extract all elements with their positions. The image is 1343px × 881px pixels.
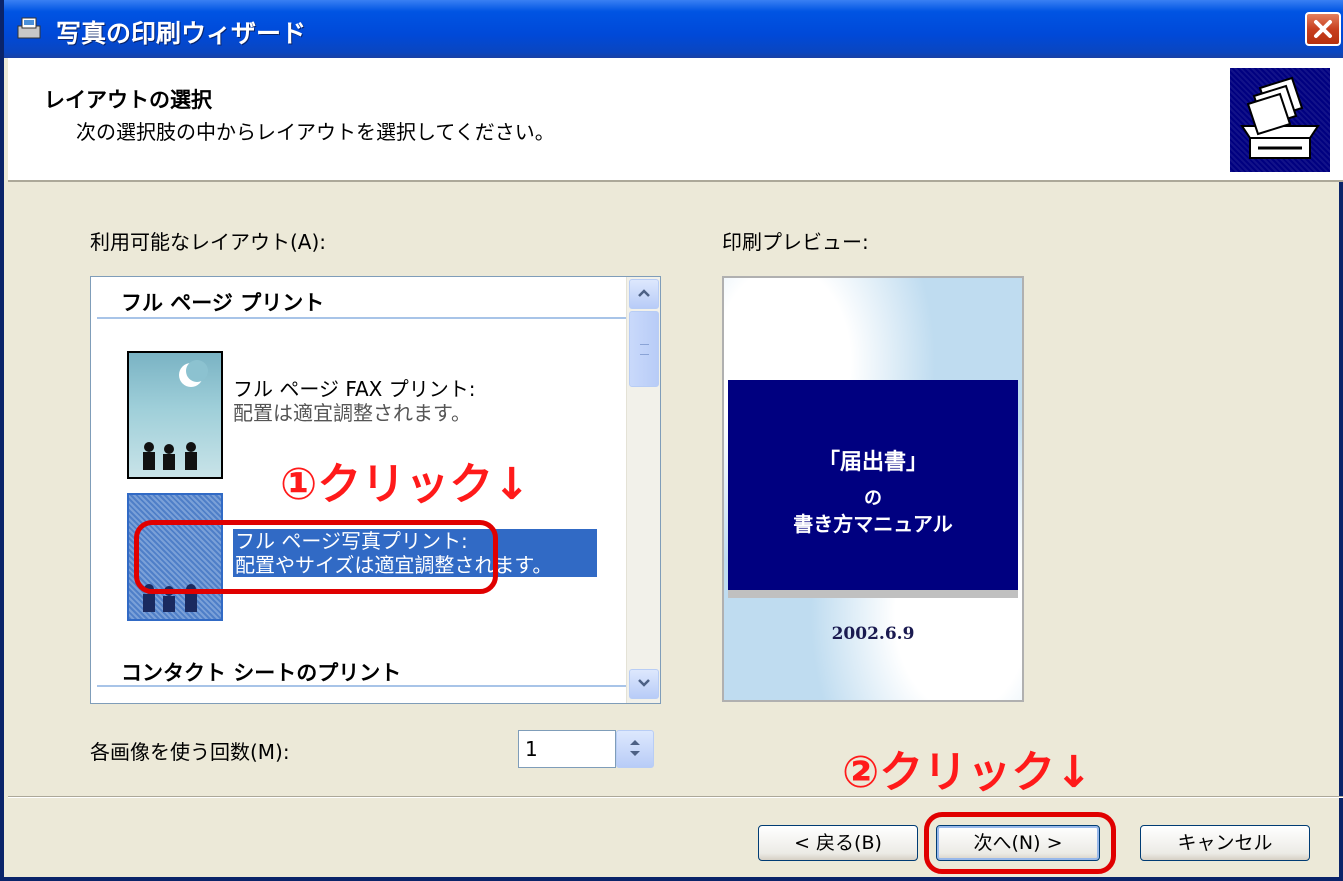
preview-doc-line3: 書き方マニュアル <box>793 512 953 536</box>
preview-label: 印刷プレビュー: <box>722 230 869 254</box>
layouts-label: 利用可能なレイアウト(A): <box>90 230 327 254</box>
page-title: レイアウトの選択 <box>44 88 212 112</box>
preview-doc-line2: の <box>864 488 882 509</box>
group-heading-contact-sheet: コンタクト シートのプリント <box>121 661 402 685</box>
cancel-button[interactable]: キャンセル <box>1140 825 1310 861</box>
annotation-step2: ②クリック↓ <box>842 747 1093 798</box>
chevron-down-icon <box>638 679 650 687</box>
fax-print-thumbnail[interactable] <box>127 351 223 479</box>
list-item-fax-print[interactable]: フル ページ FAX プリント: 配置は適宜調整されます。 <box>233 377 475 425</box>
title-bar[interactable]: 写真の印刷ウィザード <box>4 0 1343 58</box>
list-item-title: フル ページ FAX プリント: <box>233 377 476 401</box>
wizard-window: 写真の印刷ウィザード レイアウトの選択 次の選択肢の中からレイアウトを選択してく… <box>0 0 1343 881</box>
window-title: 写真の印刷ウィザード <box>56 19 307 48</box>
preview-date: 2002.6.9 <box>831 624 915 644</box>
annotation-step1: ①クリック↓ <box>280 459 531 510</box>
annotation-ring-step1 <box>134 520 498 594</box>
wizard-header: レイアウトの選択 次の選択肢の中からレイアウトを選択してください。 <box>8 58 1343 182</box>
button-separator <box>8 796 1343 798</box>
scroll-up-button[interactable] <box>629 279 659 309</box>
group-heading-full-page: フル ページ プリント <box>121 291 325 315</box>
printer-icon <box>16 16 44 42</box>
preview-screenshot: 「届出書」 の 書き方マニュアル <box>728 380 1018 598</box>
group-divider <box>97 317 627 319</box>
copies-spinner[interactable] <box>616 730 654 768</box>
spinner-arrows-icon <box>630 740 640 756</box>
print-preview: 「届出書」 の 書き方マニュアル 2002.6.9 <box>722 276 1024 702</box>
vertical-scrollbar[interactable] <box>626 277 660 703</box>
list-item-desc: 配置は適宜調整されます。 <box>233 401 471 425</box>
preview-doc-title: 「届出書」 <box>817 449 928 475</box>
back-button[interactable]: < 戻る(B) <box>758 825 918 861</box>
close-button[interactable] <box>1305 12 1341 46</box>
annotation-ring-step2 <box>924 812 1116 874</box>
page-subtitle: 次の選択肢の中からレイアウトを選択してください。 <box>76 120 555 144</box>
chevron-up-icon <box>638 289 650 297</box>
preview-taskbar <box>728 590 1018 598</box>
scroll-thumb[interactable] <box>629 311 659 387</box>
close-icon <box>1314 20 1332 38</box>
photo-printer-icon <box>1230 68 1330 172</box>
copies-input[interactable]: 1 <box>518 730 616 768</box>
copies-label: 各画像を使う回数(M): <box>90 740 290 764</box>
scroll-down-button[interactable] <box>629 669 659 699</box>
group-divider <box>97 685 627 687</box>
